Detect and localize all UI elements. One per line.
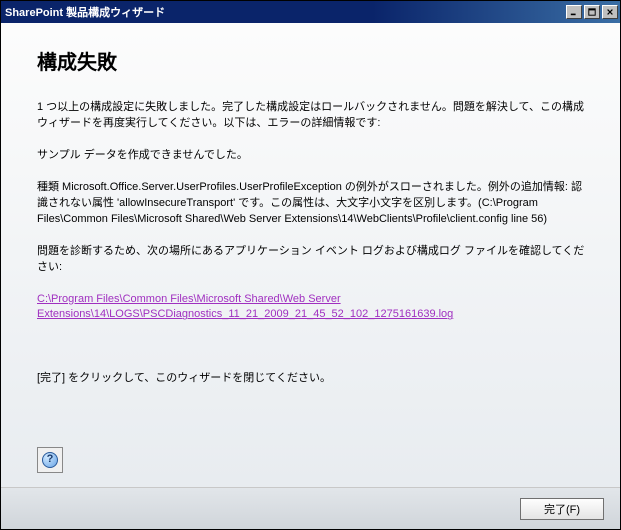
footer: 完了(F) (1, 487, 620, 529)
help-button[interactable]: ? (37, 447, 63, 473)
log-file-link[interactable]: C:\Program Files\Common Files\Microsoft … (37, 293, 453, 321)
window-controls (566, 5, 618, 19)
error-summary: 1 つ以上の構成設定に失敗しました。完了した構成設定はロールバックされません。問… (37, 100, 590, 132)
window-title: SharePoint 製品構成ウィザード (5, 4, 566, 20)
maximize-icon (588, 8, 596, 16)
wizard-window: SharePoint 製品構成ウィザード 構成失敗 1 つ以上の構成設定に失敗し… (0, 0, 621, 530)
close-instruction: [完了] をクリックして、このウィザードを閉じてください。 (37, 371, 590, 387)
error-exception-detail: 種類 Microsoft.Office.Server.UserProfiles.… (37, 180, 590, 228)
page-heading: 構成失敗 (37, 49, 590, 78)
close-icon (606, 8, 614, 16)
bottom-area: [完了] をクリックして、このウィザードを閉じてください。 ? (37, 371, 590, 487)
finish-button[interactable]: 完了(F) (520, 498, 604, 520)
minimize-button[interactable] (566, 5, 582, 19)
help-icon: ? (42, 452, 58, 468)
close-button[interactable] (602, 5, 618, 19)
error-sample-data: サンプル データを作成できませんでした。 (37, 148, 590, 164)
minimize-icon (570, 8, 578, 16)
diagnostic-hint: 問題を診断するため、次の場所にあるアプリケーション イベント ログおよび構成ログ… (37, 244, 590, 276)
content-area: 構成失敗 1 つ以上の構成設定に失敗しました。完了した構成設定はロールバックされ… (1, 23, 620, 487)
titlebar: SharePoint 製品構成ウィザード (1, 1, 620, 23)
maximize-button[interactable] (584, 5, 600, 19)
